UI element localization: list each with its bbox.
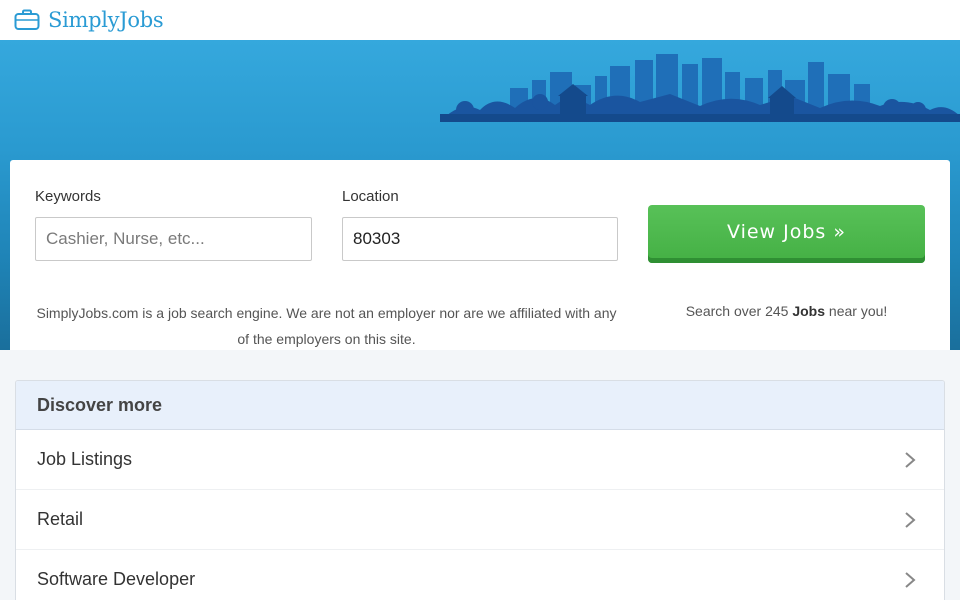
brand-name: SimplyJobs — [48, 8, 164, 32]
job-count-suffix: near you! — [825, 303, 888, 319]
chevron-right-icon — [905, 571, 916, 588]
job-count-prefix: Search over 245 — [685, 303, 793, 319]
location-input[interactable] — [342, 217, 618, 261]
keywords-input[interactable] — [35, 217, 312, 261]
site-logo[interactable]: SimplyJobs — [14, 6, 164, 34]
keywords-label: Keywords — [35, 188, 101, 205]
discover-item-software-developer[interactable]: Software Developer — [16, 550, 944, 600]
hero-banner: Keywords Location View Jobs » SimplyJobs… — [0, 40, 960, 350]
discover-item-label: Job Listings — [37, 449, 133, 469]
location-label: Location — [342, 188, 399, 205]
search-card: Keywords Location View Jobs » SimplyJobs… — [10, 160, 950, 350]
discover-item-label: Retail — [37, 509, 84, 529]
city-skyline-illustration — [440, 54, 960, 122]
view-jobs-button[interactable]: View Jobs » — [648, 205, 925, 263]
chevron-right-icon — [905, 511, 916, 528]
top-bar: SimplyJobs — [0, 0, 960, 40]
discover-item-retail[interactable]: Retail — [16, 490, 944, 550]
discover-more-panel: Discover more Job Listings Retail Softwa… — [15, 380, 945, 600]
disclaimer-text: SimplyJobs.com is a job search engine. W… — [36, 305, 617, 347]
job-count-text: Search over 245 Jobs near you! — [648, 303, 925, 319]
discover-item-label: Software Developer — [37, 569, 196, 589]
job-count-emphasis: Jobs — [792, 303, 826, 319]
briefcase-icon — [14, 9, 40, 30]
discover-more-title: Discover more — [16, 381, 944, 430]
discover-item-job-listings[interactable]: Job Listings — [16, 430, 944, 490]
chevron-right-icon — [905, 451, 916, 468]
